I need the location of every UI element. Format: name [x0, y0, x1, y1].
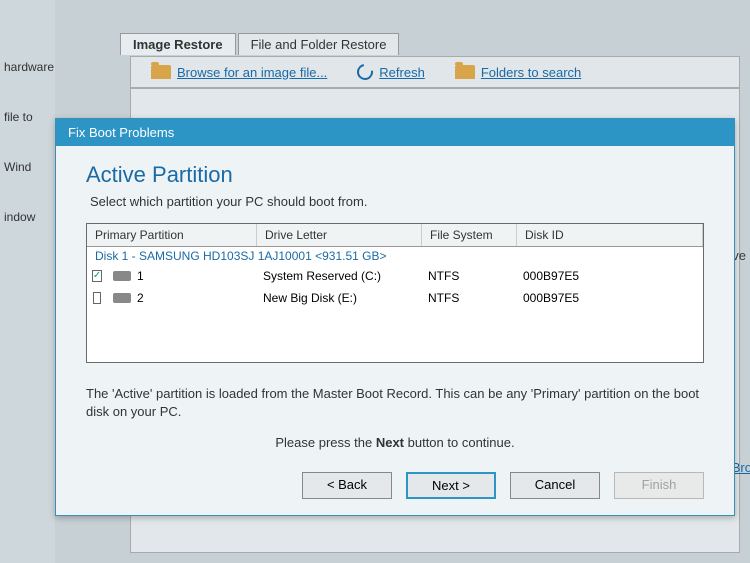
- partition-number: 1: [137, 269, 144, 283]
- refresh-item[interactable]: Refresh: [357, 64, 425, 80]
- bg-item: hardware: [0, 58, 55, 76]
- cell-drive-letter: System Reserved (C:): [257, 267, 422, 285]
- partition-grid: Primary Partition Drive Letter File Syst…: [86, 223, 704, 363]
- press-bold: Next: [376, 435, 404, 450]
- modal-button-row: < Back Next > Cancel Finish: [56, 462, 734, 515]
- modal-subheading: Select which partition your PC should bo…: [90, 194, 704, 209]
- disk-icon: [113, 271, 131, 281]
- next-button[interactable]: Next >: [406, 472, 496, 499]
- disk-label: Disk 1 - SAMSUNG HD103SJ 1AJ10001 <931.5…: [95, 249, 386, 263]
- cancel-button[interactable]: Cancel: [510, 472, 600, 499]
- bg-item: Wind: [0, 158, 55, 176]
- tabs: Image Restore File and Folder Restore: [120, 33, 399, 55]
- col-disk-id[interactable]: Disk ID: [517, 224, 703, 246]
- partition-row[interactable]: 2 New Big Disk (E:) NTFS 000B97E5: [87, 287, 703, 309]
- disk-group-row[interactable]: Disk 1 - SAMSUNG HD103SJ 1AJ10001 <931.5…: [87, 247, 703, 265]
- cell-file-system: NTFS: [422, 267, 517, 285]
- modal-body: Active Partition Select which partition …: [56, 146, 734, 462]
- bg-sidebar-fragments: hardware file to Wind indow: [0, 0, 55, 563]
- browse-image-item[interactable]: Browse for an image file...: [151, 65, 327, 80]
- press-post: button to continue.: [404, 435, 515, 450]
- refresh-icon: [354, 61, 376, 83]
- partition-number: 2: [137, 291, 144, 305]
- modal-title-bar: Fix Boot Problems: [56, 119, 734, 146]
- partition-checkbox[interactable]: [92, 270, 102, 282]
- bg-item: file to: [0, 108, 55, 126]
- modal-heading: Active Partition: [86, 162, 704, 188]
- cell-primary-partition: 2: [107, 289, 257, 307]
- disk-icon: [113, 293, 131, 303]
- grid-header: Primary Partition Drive Letter File Syst…: [87, 224, 703, 247]
- press-pre: Please press the: [275, 435, 375, 450]
- cell-disk-id: 000B97E5: [517, 289, 677, 307]
- cell-primary-partition: 1: [107, 267, 257, 285]
- partition-checkbox[interactable]: [93, 292, 101, 304]
- folder-search-icon: [455, 65, 475, 79]
- tab-file-folder-restore[interactable]: File and Folder Restore: [238, 33, 400, 55]
- finish-button: Finish: [614, 472, 704, 499]
- active-partition-hint: The 'Active' partition is loaded from th…: [86, 385, 704, 421]
- folder-icon: [151, 65, 171, 79]
- col-drive-letter[interactable]: Drive Letter: [257, 224, 422, 246]
- refresh-link[interactable]: Refresh: [379, 65, 425, 80]
- bg-item: indow: [0, 208, 55, 226]
- col-primary-partition[interactable]: Primary Partition: [87, 224, 257, 246]
- cell-file-system: NTFS: [422, 289, 517, 307]
- toolbar: Browse for an image file... Refresh Fold…: [130, 56, 740, 88]
- tab-image-restore[interactable]: Image Restore: [120, 33, 236, 55]
- browse-image-link[interactable]: Browse for an image file...: [177, 65, 327, 80]
- fix-boot-modal: Fix Boot Problems Active Partition Selec…: [55, 118, 735, 516]
- folders-search-link[interactable]: Folders to search: [481, 65, 581, 80]
- folders-search-item[interactable]: Folders to search: [455, 65, 581, 80]
- cell-disk-id: 000B97E5: [517, 267, 677, 285]
- press-next-hint: Please press the Next button to continue…: [86, 435, 704, 450]
- back-button[interactable]: < Back: [302, 472, 392, 499]
- partition-row[interactable]: 1 System Reserved (C:) NTFS 000B97E5: [87, 265, 703, 287]
- cell-drive-letter: New Big Disk (E:): [257, 289, 422, 307]
- col-file-system[interactable]: File System: [422, 224, 517, 246]
